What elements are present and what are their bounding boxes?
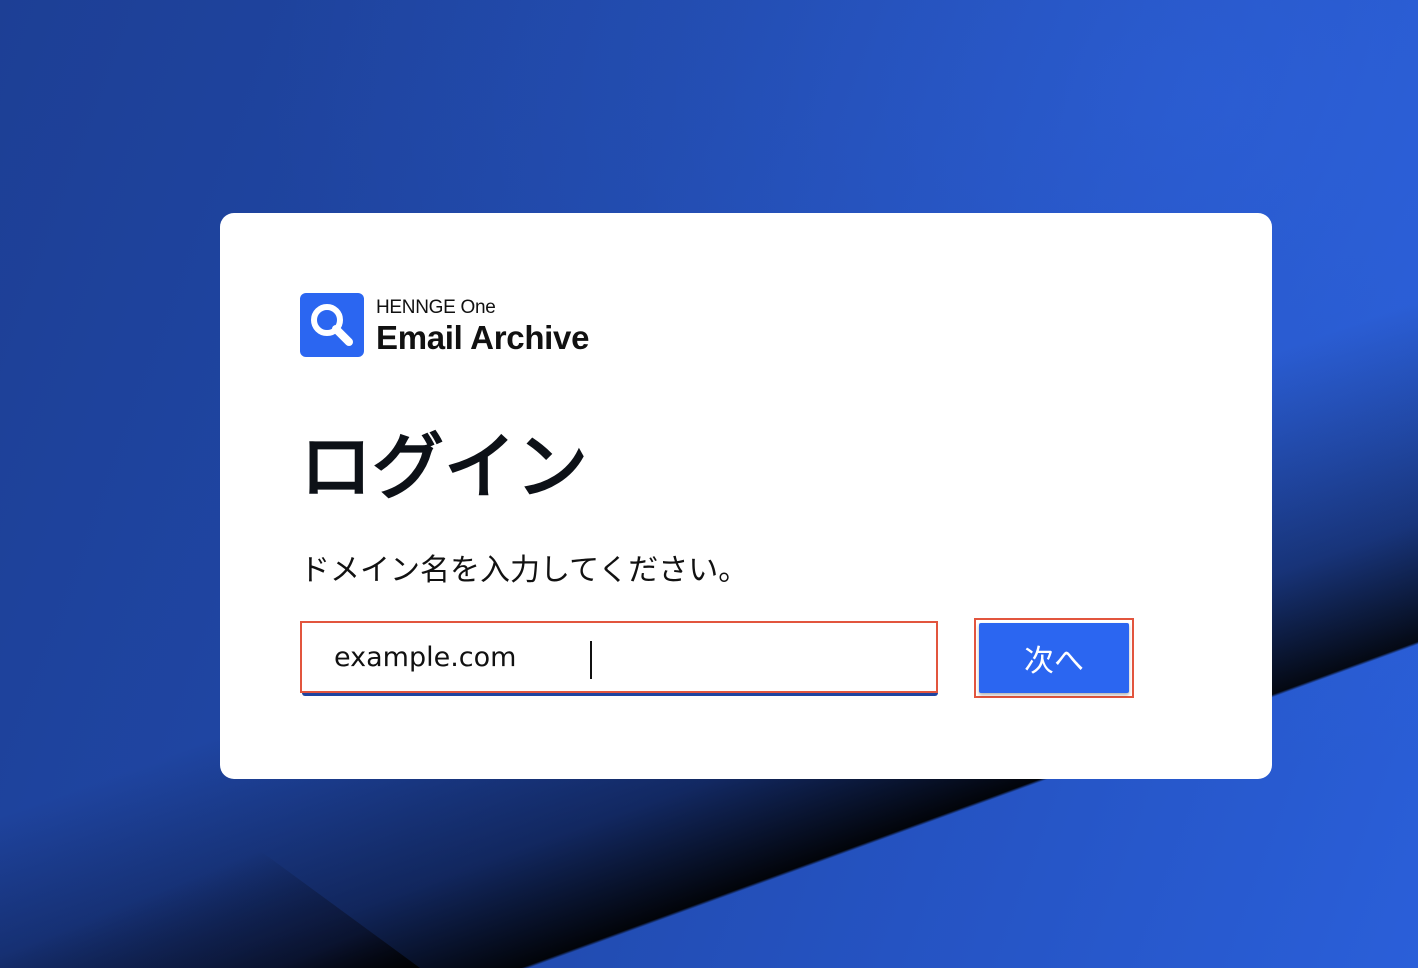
text-caret [590, 641, 592, 679]
next-button-label: 次へ [979, 623, 1129, 693]
domain-input[interactable] [302, 623, 936, 691]
page-title: ログイン [300, 425, 589, 509]
brand-name: HENNGE One [376, 297, 496, 318]
login-card: HENNGE One Email Archive ログイン ドメイン名を入力して… [220, 213, 1272, 779]
product-name: Email Archive [376, 319, 590, 356]
domain-field-underline [302, 693, 938, 696]
domain-field[interactable] [300, 621, 938, 693]
next-button[interactable]: 次へ [974, 618, 1134, 698]
app-logo: HENNGE One Email Archive [300, 293, 589, 357]
magnifier-icon [300, 293, 364, 357]
logo-text: HENNGE One Email Archive [376, 296, 589, 354]
instruction-text: ドメイン名を入力してください。 [300, 553, 749, 588]
